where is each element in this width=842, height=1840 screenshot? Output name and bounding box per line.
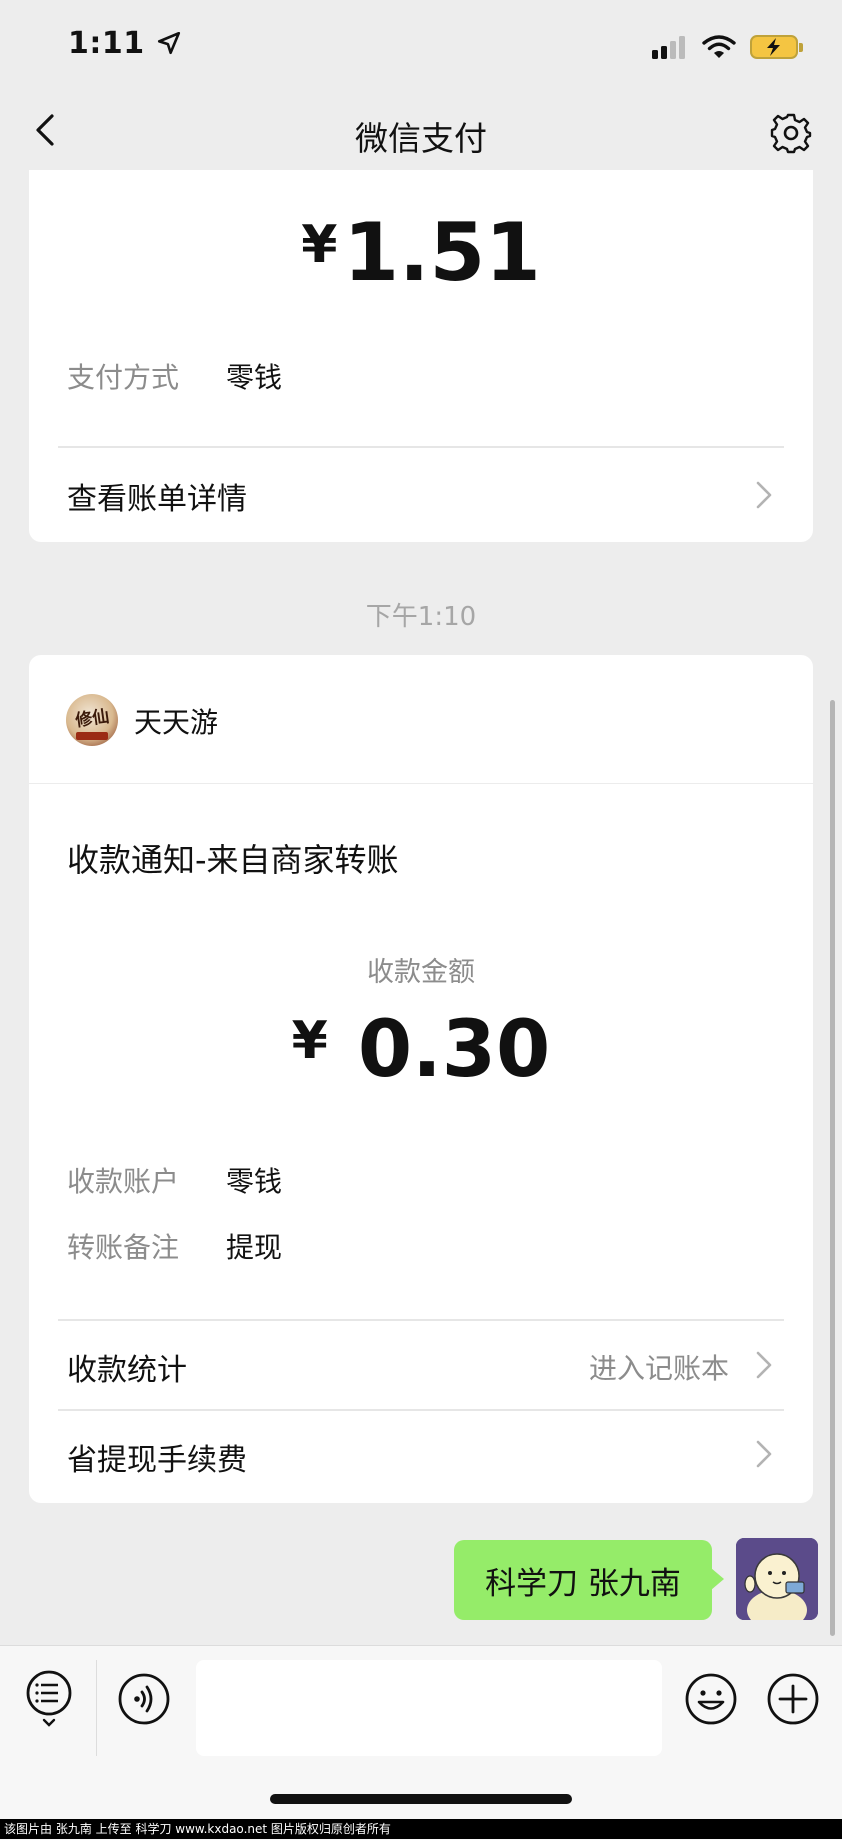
chevron-right-icon bbox=[756, 1440, 772, 1468]
merchant-name: 天天游 bbox=[134, 706, 219, 739]
open-ledger-link: 进入记账本 bbox=[588, 1352, 729, 1385]
receipt-stats-label: 收款统计 bbox=[67, 1353, 187, 1388]
save-withdraw-fee-label: 省提现手续费 bbox=[67, 1443, 247, 1478]
payment-card: ¥1.51 支付方式 零钱 查看账单详情 bbox=[29, 170, 813, 542]
save-withdraw-fee-row[interactable]: 省提现手续费 bbox=[29, 1411, 813, 1501]
payment-method-value: 零钱 bbox=[226, 361, 283, 394]
receipt-card: 修仙 天天游 收款通知-来自商家转账 收款金额 ¥0.30 收款账户 零钱 转账… bbox=[29, 655, 813, 1503]
watermark-text: 该图片由 张九南 上传至 科学刀 www.kxdao.net 图片版权归原创者所… bbox=[0, 1819, 842, 1839]
location-arrow-icon bbox=[157, 31, 180, 55]
menu-list-icon[interactable] bbox=[24, 1668, 74, 1728]
receipt-amount: ¥0.30 bbox=[291, 1005, 551, 1095]
payment-amount: ¥1.51 bbox=[301, 206, 541, 299]
page-title: 微信支付 bbox=[355, 119, 487, 158]
note-label: 转账备注 bbox=[67, 1231, 180, 1264]
time-separator: 下午1:10 bbox=[365, 602, 477, 632]
chevron-right-icon bbox=[756, 1351, 772, 1379]
home-indicator[interactable] bbox=[270, 1794, 572, 1804]
plus-icon[interactable] bbox=[766, 1672, 820, 1726]
gear-icon[interactable] bbox=[770, 112, 812, 154]
scrollbar[interactable] bbox=[830, 700, 835, 1636]
divider bbox=[29, 783, 813, 784]
avatar[interactable] bbox=[736, 1538, 818, 1620]
notice-title: 收款通知-来自商家转账 bbox=[67, 841, 399, 879]
wifi-icon bbox=[702, 35, 736, 58]
chat-bubble[interactable]: 科学刀 张九南 bbox=[454, 1540, 724, 1620]
currency-symbol: ¥ bbox=[301, 215, 338, 275]
merchant-logo: 修仙 bbox=[66, 694, 118, 746]
status-time: 1:11 bbox=[68, 26, 182, 61]
amount-label: 收款金额 bbox=[367, 957, 475, 988]
payment-method-label: 支付方式 bbox=[67, 361, 180, 394]
voice-icon[interactable] bbox=[117, 1672, 171, 1726]
chat-message-text: 科学刀 张九南 bbox=[485, 1565, 681, 1602]
message-input[interactable] bbox=[196, 1660, 662, 1756]
divider bbox=[96, 1660, 97, 1756]
view-bill-details-row[interactable]: 查看账单详情 bbox=[29, 448, 813, 540]
account-value: 零钱 bbox=[226, 1165, 283, 1198]
note-value: 提现 bbox=[226, 1231, 283, 1264]
chevron-right-icon bbox=[756, 481, 772, 509]
battery-charging-icon bbox=[750, 35, 803, 59]
receipt-stats-row[interactable]: 收款统计 进入记账本 bbox=[29, 1321, 813, 1409]
status-icons bbox=[652, 30, 803, 64]
emoji-icon[interactable] bbox=[684, 1672, 738, 1726]
view-bill-details-label: 查看账单详情 bbox=[67, 482, 247, 517]
cellular-signal-icon bbox=[652, 36, 685, 59]
account-label: 收款账户 bbox=[67, 1165, 180, 1198]
currency-symbol: ¥ bbox=[291, 1011, 328, 1071]
merchant-header[interactable]: 修仙 天天游 bbox=[29, 655, 813, 783]
